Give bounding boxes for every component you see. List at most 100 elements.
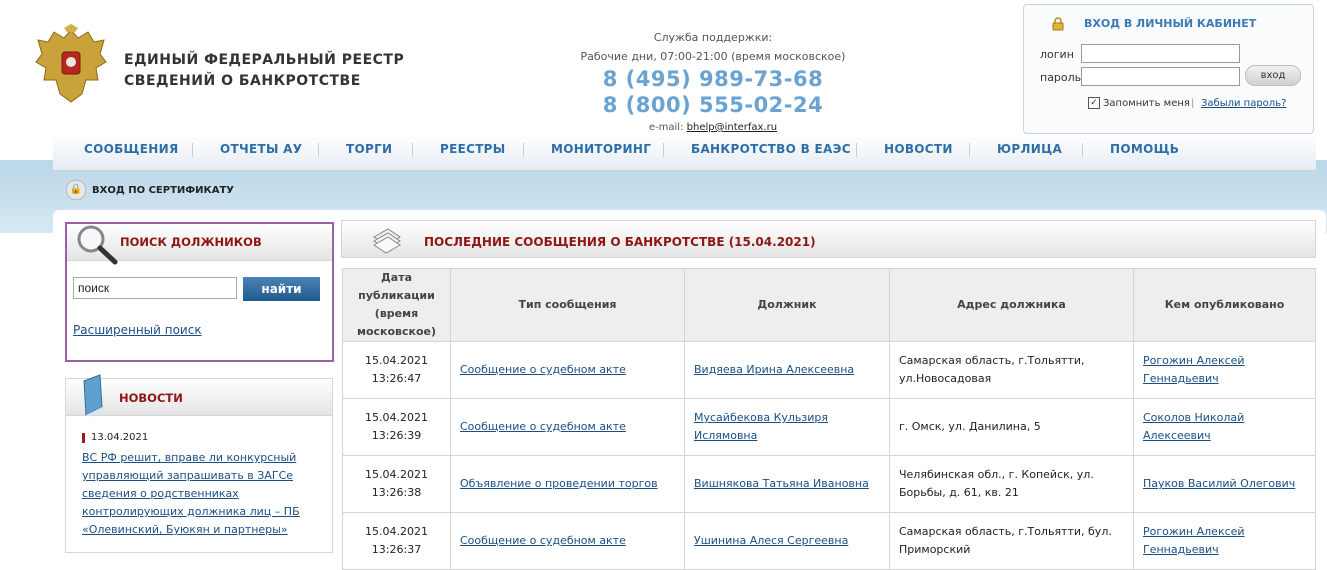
password-input[interactable]	[1081, 67, 1240, 86]
table-header-row: Дата публикации (время московское) Тип с…	[342, 268, 1316, 342]
certificate-lock-icon: 🔒	[66, 180, 86, 200]
login-submit-button[interactable]: вход	[1245, 65, 1301, 86]
cell-date: 15.04.2021 13:26:47	[342, 341, 451, 399]
magnifier-icon	[77, 225, 118, 265]
nav-item-registries[interactable]: РЕЕСТРЫ	[440, 142, 506, 156]
nav-item-help[interactable]: ПОМОЩЬ	[1110, 142, 1179, 156]
login-box: ВХОД В ЛИЧНЫЙ КАБИНЕТ логин пароль вход …	[1023, 4, 1314, 134]
cell-publisher: Рогожин Алексей Геннадьевич	[1133, 341, 1316, 399]
cell-address: Самарская область, г.Тольятти, ул.Новоса…	[889, 341, 1134, 399]
publisher-link[interactable]: Рогожин Алексей Геннадьевич	[1143, 525, 1245, 556]
cell-publisher: Пауков Василий Олегович	[1133, 455, 1316, 513]
nav-item-news[interactable]: НОВОСТИ	[884, 142, 953, 156]
site-title-line2: СВЕДЕНИЙ О БАНКРОТСТВЕ	[124, 73, 361, 89]
nav-divider	[523, 143, 524, 157]
cell-debtor: Видяева Ирина Алексеевна	[684, 341, 890, 399]
news-panel: НОВОСТИ 13.04.2021 ВС РФ решит, вправе л…	[65, 374, 333, 553]
remember-me[interactable]: ✓ Запомнить меня	[1088, 97, 1190, 109]
book-icon	[83, 374, 104, 417]
latest-messages-panel: ПОСЛЕДНИЕ СООБЩЕНИЯ О БАНКРОТСТВЕ (15.04…	[341, 220, 1316, 570]
certificate-login[interactable]: 🔒 ВХОД ПО СЕРТИФИКАТУ	[66, 180, 234, 200]
cell-date-day: 15.04.2021	[365, 411, 428, 424]
column-header-address: Адрес должника	[889, 268, 1134, 342]
debtor-search-panel: ПОИСК ДОЛЖНИКОВ найти Расширенный поиск	[65, 222, 334, 362]
debtor-link[interactable]: Вишнякова Татьяна Ивановна	[694, 477, 869, 490]
support-phone-2: 8 (800) 555-02-24	[602, 93, 824, 117]
table-row: 15.04.2021 13:26:47 Сообщение о судебном …	[342, 341, 1316, 399]
news-title: НОВОСТИ	[119, 391, 183, 405]
debtor-search-header: ПОИСК ДОЛЖНИКОВ	[67, 224, 332, 265]
nav-divider	[969, 143, 970, 157]
remember-checkbox[interactable]: ✓	[1088, 97, 1100, 109]
cell-address: Челябинская обл., г. Копейск, ул. Борьбы…	[889, 455, 1134, 513]
column-header-type: Тип сообщения	[450, 268, 685, 342]
cell-date: 15.04.2021 13:26:38	[342, 455, 451, 513]
nav-item-legal-entities[interactable]: ЮРЛИЦА	[997, 142, 1062, 156]
login-input[interactable]	[1081, 44, 1240, 63]
cell-date-time: 13:26:38	[371, 486, 422, 499]
message-type-link[interactable]: Объявление о проведении торгов	[460, 477, 658, 490]
message-type-link[interactable]: Сообщение о судебном акте	[460, 534, 626, 547]
message-type-link[interactable]: Сообщение о судебном акте	[460, 420, 626, 433]
cell-debtor: Ушинина Алеся Сергеевна	[684, 512, 890, 570]
main-nav: СООБЩЕНИЯ ОТЧЕТЫ АУ ТОРГИ РЕЕСТРЫ МОНИТО…	[53, 134, 1316, 171]
support-phone-1: 8 (495) 989-73-68	[602, 67, 824, 91]
cell-date-day: 15.04.2021	[365, 468, 428, 481]
nav-divider	[318, 143, 319, 157]
messages-header: ПОСЛЕДНИЕ СООБЩЕНИЯ О БАНКРОТСТВЕ (15.04…	[341, 220, 1316, 258]
debtor-link[interactable]: Мусайбекова Кульзиря Ислямовна	[694, 411, 828, 442]
table-row: 15.04.2021 13:26:38 Объявление о проведен…	[342, 455, 1316, 513]
certificate-login-label: ВХОД ПО СЕРТИФИКАТУ	[92, 185, 234, 196]
cell-date: 15.04.2021 13:26:39	[342, 398, 451, 456]
nav-divider	[856, 143, 857, 157]
support-email-label: e-mail:	[648, 122, 684, 133]
table-row: 15.04.2021 13:26:37 Сообщение о судебном …	[342, 512, 1316, 570]
support-info: Служба поддержки: Рабочие дни, 07:00-21:…	[560, 28, 866, 136]
message-type-link[interactable]: Сообщение о судебном акте	[460, 363, 626, 376]
support-email-link[interactable]: bhelp@interfax.ru	[687, 122, 777, 133]
lock-icon	[1052, 17, 1064, 31]
cell-type: Сообщение о судебном акте	[450, 398, 685, 456]
debtor-search-title: ПОИСК ДОЛЖНИКОВ	[120, 235, 262, 249]
news-header: НОВОСТИ	[66, 374, 332, 417]
cell-publisher: Соколов Николай Алексеевич	[1133, 398, 1316, 456]
nav-item-messages[interactable]: СООБЩЕНИЯ	[84, 142, 179, 156]
cell-debtor: Вишнякова Татьяна Ивановна	[684, 455, 890, 513]
cell-date-time: 13:26:39	[371, 429, 422, 442]
publisher-link[interactable]: Рогожин Алексей Геннадьевич	[1143, 354, 1245, 385]
password-label: пароль	[1040, 71, 1082, 84]
site-title[interactable]: ЕДИНЫЙ ФЕДЕРАЛЬНЫЙ РЕЕСТР СВЕДЕНИЙ О БАН…	[124, 50, 404, 92]
find-button[interactable]: найти	[243, 277, 320, 301]
nav-divider	[412, 143, 413, 157]
debtor-search-input[interactable]	[73, 277, 237, 299]
cell-date: 15.04.2021 13:26:37	[342, 512, 451, 570]
cell-date-day: 15.04.2021	[365, 525, 428, 538]
support-hours: Рабочие дни, 07:00-21:00 (время московск…	[580, 50, 846, 63]
publisher-link[interactable]: Пауков Василий Олегович	[1143, 477, 1295, 490]
cell-type: Сообщение о судебном акте	[450, 341, 685, 399]
cell-date-time: 13:26:47	[371, 372, 422, 385]
debtor-link[interactable]: Видяева Ирина Алексеевна	[694, 363, 854, 376]
messages-title: ПОСЛЕДНИЕ СООБЩЕНИЯ О БАНКРОТСТВЕ (15.04…	[424, 235, 816, 249]
coat-of-arms-icon[interactable]	[34, 24, 108, 108]
nav-divider	[1082, 143, 1083, 157]
news-item-link[interactable]: ВС РФ решит, вправе ли конкурсный управл…	[82, 449, 300, 539]
cell-type: Сообщение о судебном акте	[450, 512, 685, 570]
nav-item-eaeu[interactable]: БАНКРОТСТВО В ЕАЭС	[691, 142, 851, 156]
login-title: ВХОД В ЛИЧНЫЙ КАБИНЕТ	[1084, 17, 1257, 30]
messages-table: Дата публикации (время московское) Тип с…	[342, 268, 1316, 570]
cell-address: г. Омск, ул. Данилина, 5	[889, 398, 1134, 456]
nav-item-auctions[interactable]: ТОРГИ	[346, 142, 392, 156]
nav-divider	[663, 143, 664, 157]
debtor-link[interactable]: Ушинина Алеся Сергеевна	[694, 534, 848, 547]
column-header-debtor: Должник	[684, 268, 890, 342]
forgot-password-link[interactable]: Забыли пароль?	[1201, 98, 1286, 109]
cell-publisher: Рогожин Алексей Геннадьевич	[1133, 512, 1316, 570]
news-date: 13.04.2021	[82, 433, 148, 443]
cell-date-time: 13:26:37	[371, 543, 422, 556]
nav-item-monitoring[interactable]: МОНИТОРИНГ	[551, 142, 651, 156]
remember-label: Запомнить меня	[1103, 98, 1190, 109]
publisher-link[interactable]: Соколов Николай Алексеевич	[1143, 411, 1244, 442]
advanced-search-link[interactable]: Расширенный поиск	[73, 323, 202, 337]
nav-item-au-reports[interactable]: ОТЧЕТЫ АУ	[220, 142, 302, 156]
